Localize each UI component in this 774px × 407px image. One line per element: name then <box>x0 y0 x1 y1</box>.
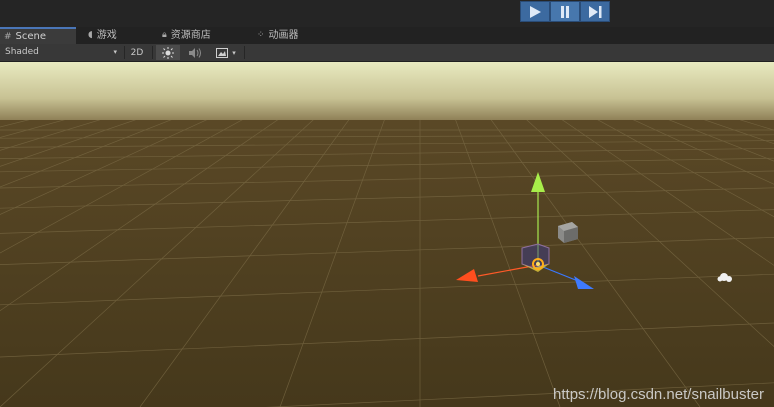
speaker-icon <box>189 47 201 58</box>
top-play-bar <box>0 0 774 27</box>
tab-game[interactable]: ◖ 游戏 <box>88 27 117 44</box>
scene-toolbar: Shaded ▾ 2D ▾ <box>0 44 774 62</box>
tab-scene-label: Scene <box>15 30 47 42</box>
selection-cube <box>521 243 550 269</box>
sun-icon <box>162 46 174 59</box>
sky <box>0 62 774 122</box>
pause-button[interactable] <box>550 1 580 22</box>
shading-mode-dropdown[interactable]: Shaded ▾ <box>5 45 117 60</box>
image-icon <box>216 47 229 58</box>
dropdown-arrow-icon: ▾ <box>232 48 236 57</box>
dropdown-arrow-icon: ▾ <box>113 48 117 56</box>
play-button[interactable] <box>520 1 550 22</box>
shading-mode-label: Shaded <box>5 47 39 57</box>
tab-asset-store-label: 资源商店 <box>170 30 211 41</box>
play-icon <box>530 5 541 18</box>
play-controls <box>520 1 610 22</box>
tab-animator-label: 动画器 <box>268 30 299 41</box>
step-icon <box>589 5 602 18</box>
pacman-icon: ◖ <box>88 30 93 40</box>
watermark-text: https://blog.csdn.net/snailbuster <box>553 386 764 403</box>
tab-scene[interactable]: # Scene <box>0 27 76 44</box>
audio-toggle[interactable] <box>184 45 206 60</box>
scene-viewport[interactable]: https://blog.csdn.net/snailbuster <box>0 62 774 407</box>
toolbar-divider <box>152 46 153 59</box>
tab-animator[interactable]: ⁘ 动画器 <box>257 27 299 44</box>
pause-icon <box>561 5 569 18</box>
cube-object[interactable] <box>558 222 578 243</box>
ground-plane <box>0 120 774 407</box>
2d-toggle-label: 2D <box>130 47 144 58</box>
tab-asset-store[interactable]: 🔒︎ 资源商店 <box>162 27 211 44</box>
scene-canvas[interactable] <box>0 62 774 407</box>
lock-icon: 🔒︎ <box>162 30 167 40</box>
effects-dropdown[interactable]: ▾ <box>210 45 242 60</box>
2d-toggle[interactable]: 2D <box>126 45 148 60</box>
window-tab-bar: # Scene ◖ 游戏 🔒︎ 资源商店 ⁘ 动画器 <box>0 27 774 44</box>
toolbar-divider <box>124 46 125 59</box>
lighting-toggle[interactable] <box>156 45 180 60</box>
tab-game-label: 游戏 <box>96 30 117 41</box>
grid-icon: # <box>4 31 12 42</box>
animator-icon: ⁘ <box>257 30 265 40</box>
toolbar-divider <box>244 46 245 59</box>
step-button[interactable] <box>580 1 610 22</box>
